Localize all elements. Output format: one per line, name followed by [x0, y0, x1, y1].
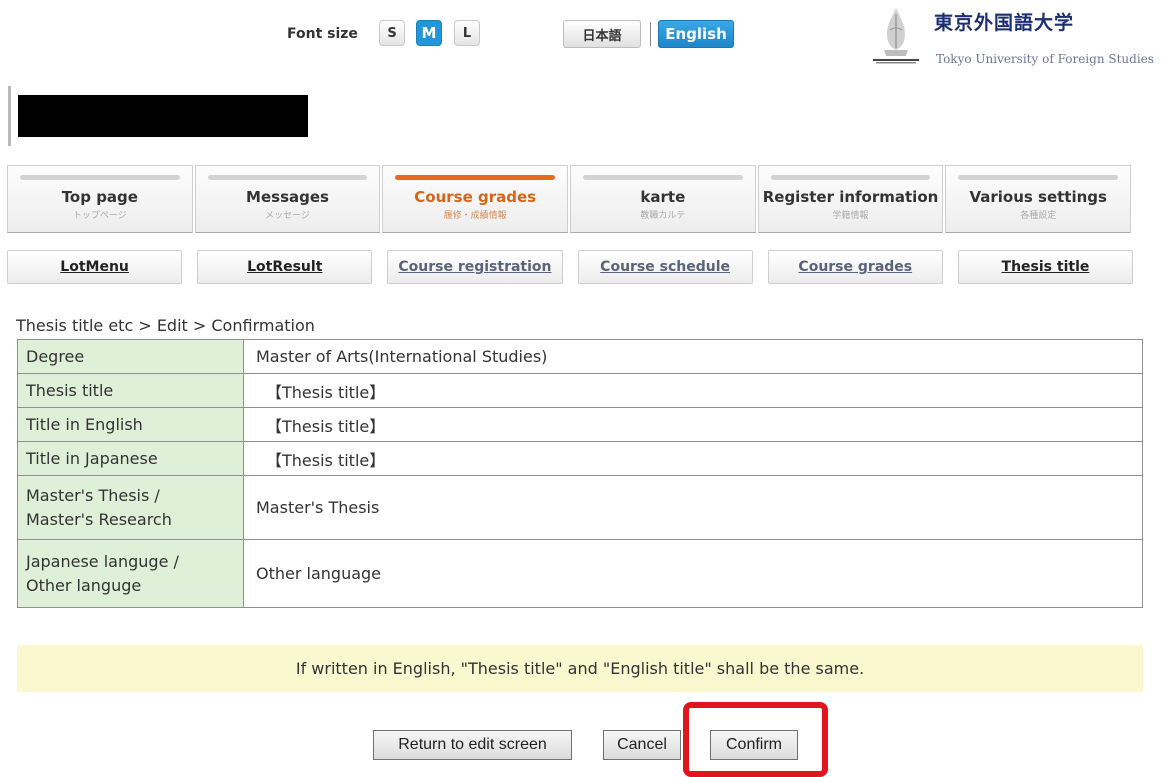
nav-tab-sublabel: 各種設定: [1020, 210, 1057, 221]
table-row: Title in English 【Thesis title】: [17, 407, 1143, 442]
subnav-lotmenu[interactable]: LotMenu: [7, 250, 183, 284]
nav-tab-label: Top page: [61, 187, 138, 206]
subnav-course-grades[interactable]: Course grades: [767, 250, 943, 284]
nav-tab-label: Messages: [246, 187, 329, 206]
university-emblem-icon: [870, 4, 922, 66]
japanese-language-button[interactable]: 日本語: [563, 20, 641, 48]
font-size-label: Font size: [287, 26, 358, 42]
confirm-highlight-box: [683, 702, 828, 777]
degree-value: Master of Arts(International Studies): [243, 339, 1143, 374]
cancel-button[interactable]: Cancel: [603, 730, 681, 760]
table-row: Thesis title 【Thesis title】: [17, 373, 1143, 408]
language-value: Other language: [243, 539, 1143, 608]
language-label: Japanese languge / Other languge: [17, 539, 244, 608]
nav-tab-sublabel: トップページ: [72, 210, 127, 221]
thesis-type-value: Master's Thesis: [243, 475, 1143, 540]
subnav-course-registration[interactable]: Course registration: [387, 250, 563, 284]
font-size-large-button[interactable]: L: [454, 20, 480, 46]
name-accent-bar: [8, 86, 11, 146]
nav-tab-sublabel: 学籍情報: [832, 210, 869, 221]
thesis-type-label-line1: Master's Thesis /: [26, 485, 160, 505]
title-english-label: Title in English: [17, 407, 244, 442]
table-row: Master's Thesis / Master's Research Mast…: [17, 475, 1143, 540]
language-separator: [650, 22, 651, 46]
nav-tab-course-grades[interactable]: Course grades 履修・成績情報: [382, 165, 569, 233]
english-language-button[interactable]: English: [658, 20, 734, 48]
nav-tab-register-information[interactable]: Register information 学籍情報: [757, 165, 944, 233]
thesis-title-label: Thesis title: [17, 373, 244, 408]
thesis-title-value: 【Thesis title】: [243, 373, 1143, 408]
nav-tab-various-settings[interactable]: Various settings 各種設定: [945, 165, 1132, 233]
title-japanese-value: 【Thesis title】: [243, 441, 1143, 476]
subnav-course-schedule[interactable]: Course schedule: [577, 250, 753, 284]
student-name-redacted: [18, 95, 308, 137]
nav-tab-karte[interactable]: karte 教職カルテ: [570, 165, 756, 233]
main-navigation: Top page トップページ Messages メッセージ Course gr…: [7, 165, 1133, 233]
table-row: Degree Master of Arts(International Stud…: [17, 339, 1143, 374]
sub-navigation: LotMenu LotResult Course registration Co…: [7, 250, 1134, 284]
nav-tab-label: Various settings: [969, 187, 1107, 206]
nav-tab-messages[interactable]: Messages メッセージ: [194, 165, 381, 233]
nav-tab-sublabel: メッセージ: [265, 210, 310, 221]
subnav-lotresult[interactable]: LotResult: [197, 250, 373, 284]
subnav-thesis-title[interactable]: Thesis title: [957, 250, 1134, 284]
thesis-type-label-line2: Master's Research: [26, 509, 172, 529]
font-size-medium-button[interactable]: M: [416, 20, 442, 46]
nav-tab-sublabel: 履修・成績情報: [443, 210, 507, 221]
university-name-english: Tokyo University of Foreign Studies: [936, 52, 1154, 66]
degree-label: Degree: [17, 339, 244, 374]
university-name-japanese: 東京外国語大学: [934, 12, 1075, 34]
thesis-confirmation-table: Degree Master of Arts(International Stud…: [17, 339, 1143, 608]
table-row: Title in Japanese 【Thesis title】: [17, 441, 1143, 476]
nav-tab-top-page[interactable]: Top page トップページ: [7, 165, 193, 233]
font-size-small-button[interactable]: S: [379, 20, 405, 46]
table-row: Japanese languge / Other languge Other l…: [17, 539, 1143, 608]
language-label-line2: Other languge: [26, 575, 142, 595]
breadcrumb: Thesis title etc > Edit > Confirmation: [16, 316, 315, 335]
nav-tab-sublabel: 教職カルテ: [640, 210, 686, 221]
nav-tab-label: Register information: [762, 187, 939, 206]
title-japanese-label: Title in Japanese: [17, 441, 244, 476]
title-english-value: 【Thesis title】: [243, 407, 1143, 442]
nav-tab-label: karte: [640, 187, 686, 206]
english-title-note: If written in English, "Thesis title" an…: [17, 645, 1143, 692]
thesis-type-label: Master's Thesis / Master's Research: [17, 475, 244, 540]
return-to-edit-button[interactable]: Return to edit screen: [373, 730, 572, 760]
nav-tab-label: Course grades: [414, 187, 537, 206]
language-label-line1: Japanese languge /: [26, 551, 179, 571]
